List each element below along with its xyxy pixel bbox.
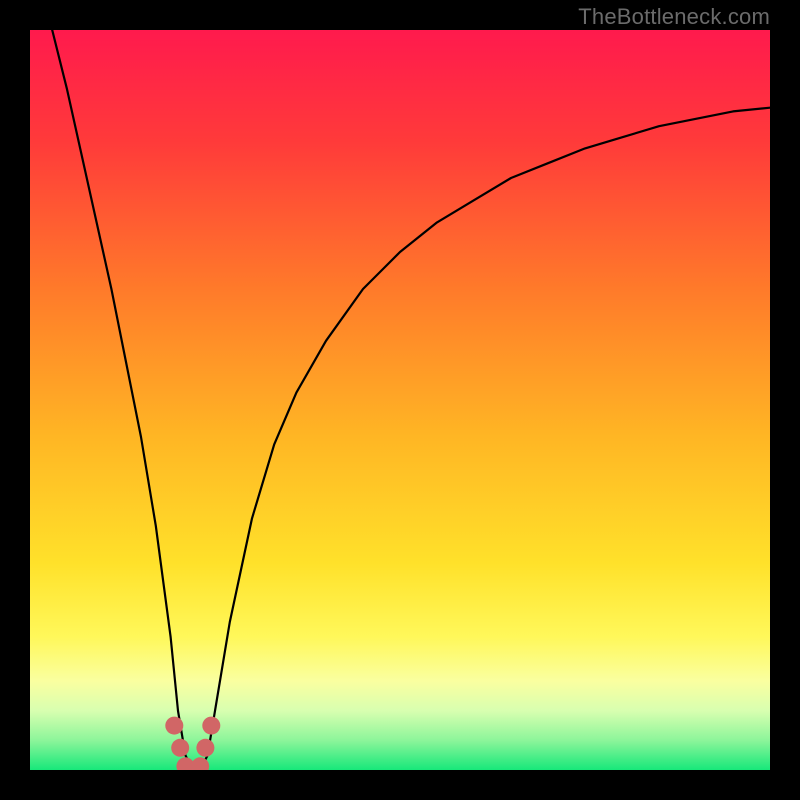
- marker-dot: [202, 717, 220, 735]
- marker-dot: [196, 739, 214, 757]
- chart-frame: [30, 30, 770, 770]
- marker-dot: [171, 739, 189, 757]
- watermark-text: TheBottleneck.com: [578, 4, 770, 30]
- marker-dot: [165, 717, 183, 735]
- bottleneck-curve: [30, 30, 770, 770]
